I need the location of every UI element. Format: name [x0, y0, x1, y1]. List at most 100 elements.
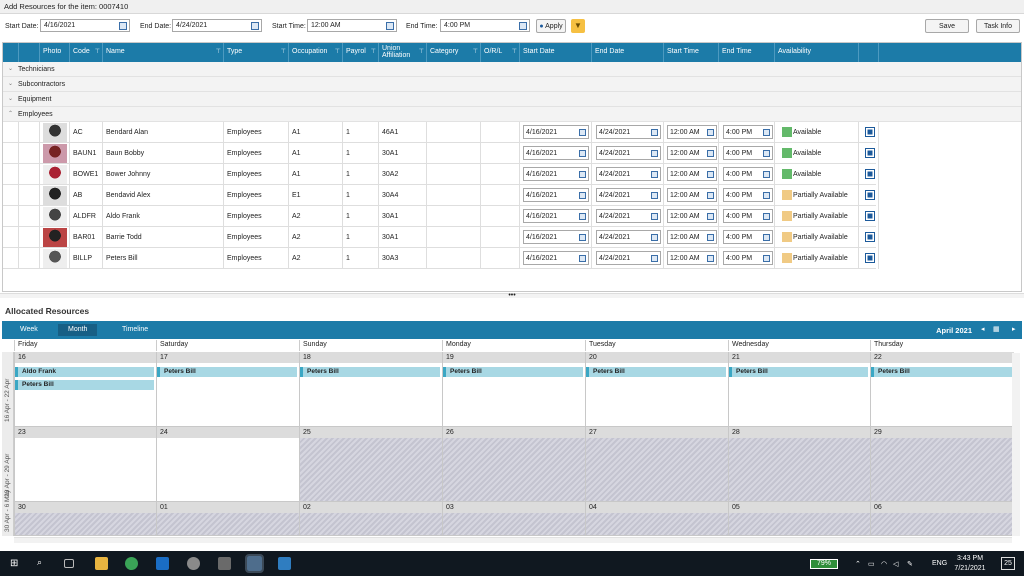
calendar-day-cell[interactable]: 27 — [585, 427, 728, 502]
col-start-time[interactable]: Start Time — [664, 43, 719, 62]
search-icon[interactable]: ⌕ — [37, 557, 50, 570]
filter-icon[interactable]: ⊤ — [512, 49, 517, 56]
group-employees[interactable]: ⌃ Employees — [3, 107, 1021, 122]
chevron-up-icon[interactable]: ⌃ — [855, 560, 861, 568]
calendar-icon[interactable] — [651, 171, 658, 178]
wifi-icon[interactable]: ◠ — [881, 560, 887, 568]
apply-button[interactable]: ● Apply — [536, 19, 566, 33]
clock-icon[interactable] — [763, 150, 770, 157]
chrome-icon[interactable] — [125, 557, 138, 570]
row-start-date-input[interactable]: 4/16/2021 — [523, 188, 589, 202]
row-end-time-input[interactable]: 4:00 PM — [723, 125, 773, 139]
calendar-icon[interactable] — [251, 22, 259, 30]
row-end-date-input[interactable]: 4/24/2021 — [596, 167, 661, 181]
filter-icon[interactable]: ⊤ — [371, 49, 376, 56]
calendar-day-cell[interactable]: 03 — [442, 502, 585, 536]
row-start-date-input[interactable]: 4/16/2021 — [523, 167, 589, 181]
row-start-date-input[interactable]: 4/16/2021 — [523, 251, 589, 265]
system-clock[interactable]: 3:43 PM 7/21/2021 — [950, 554, 990, 574]
clock-icon[interactable] — [763, 171, 770, 178]
col-category[interactable]: Category ⊤ — [427, 43, 481, 62]
table-row[interactable]: + BAUN1Baun BobbyEmployeesA1130A1 4/16/202… — [3, 143, 879, 164]
row-end-date-input[interactable]: 4/24/2021 — [596, 230, 661, 244]
row-start-time-input[interactable]: 12:00 AM — [667, 188, 717, 202]
calendar-day-cell[interactable]: 30 — [14, 502, 156, 536]
row-start-time-input[interactable]: 12:00 AM — [667, 209, 717, 223]
row-end-time-input[interactable]: 4:00 PM — [723, 188, 773, 202]
col-end-time[interactable]: End Time — [719, 43, 775, 62]
row-end-time-input[interactable]: 4:00 PM — [723, 146, 773, 160]
calendar-icon[interactable] — [651, 129, 658, 136]
tab-week[interactable]: Week — [10, 324, 48, 336]
calendar-vertical-scrollbar[interactable] — [1012, 353, 1020, 536]
start-time-input[interactable]: 12:00 AM — [307, 19, 397, 32]
clock-icon[interactable] — [763, 213, 770, 220]
battery-indicator[interactable]: 79% — [810, 559, 838, 569]
chevron-up-icon[interactable]: ⌃ — [8, 110, 13, 117]
calendar-day-cell[interactable]: 21 — [728, 352, 870, 427]
table-row[interactable]: ALDFR Aldo Frank Employees A2 1 30A1 4/16/2021… — [3, 206, 879, 227]
group-technicians[interactable]: ⌄ Technicians — [3, 62, 1021, 77]
col-start-date[interactable]: Start Date — [520, 43, 592, 62]
table-row[interactable]: + ACBendard AlanEmployeesA1146A1 4/16/2021… — [3, 122, 879, 143]
appointment-peters-bill[interactable]: Peters Bill — [729, 367, 868, 377]
schedule-icon[interactable] — [865, 169, 875, 179]
col-union[interactable]: Union Affiliation ⊤ — [379, 43, 427, 62]
col-occupation[interactable]: Occupation ⊤ — [289, 43, 343, 62]
schedule-icon[interactable] — [865, 232, 875, 242]
row-start-time-input[interactable]: 12:00 AM — [667, 167, 717, 181]
app-icon[interactable] — [278, 557, 291, 570]
calendar-icon[interactable] — [651, 150, 658, 157]
clock-icon[interactable] — [707, 192, 714, 199]
appointment-peters-bill[interactable]: Peters Bill — [15, 380, 154, 390]
calendar-icon[interactable] — [579, 150, 586, 157]
row-end-date-input[interactable]: 4/24/2021 — [596, 125, 661, 139]
row-start-time-input[interactable]: 12:00 AM — [667, 230, 717, 244]
task-info-button[interactable]: Task Info — [976, 19, 1020, 33]
clock-icon[interactable] — [519, 22, 527, 30]
row-end-date-input[interactable]: 4/24/2021 — [596, 188, 661, 202]
calendar-icon[interactable] — [579, 213, 586, 220]
clock-icon[interactable] — [707, 129, 714, 136]
active-app-icon[interactable] — [245, 554, 264, 573]
calendar-day-cell[interactable]: 05 — [728, 502, 870, 536]
group-subcontractors[interactable]: ⌄ Subcontractors — [3, 77, 1021, 92]
language-indicator[interactable]: ENG — [932, 560, 947, 567]
filter-icon[interactable]: ▼ — [571, 19, 585, 33]
clock-icon[interactable] — [386, 22, 394, 30]
appointment-aldo-frank[interactable]: Aldo Frank — [15, 367, 154, 377]
clock-icon[interactable] — [763, 234, 770, 241]
calendar-icon[interactable] — [651, 213, 658, 220]
filter-icon[interactable]: ⊤ — [95, 49, 100, 56]
tab-month[interactable]: Month — [58, 324, 98, 336]
col-availability[interactable]: Availability — [775, 43, 859, 62]
table-row[interactable]: BAR01 Barrie Todd Employees A2 1 30A1 4/16/202… — [3, 227, 879, 248]
end-date-input[interactable]: 4/24/2021 — [172, 19, 262, 32]
col-code[interactable]: Code ⊤ — [70, 43, 103, 62]
calendar-day-cell[interactable]: 29 — [870, 427, 1014, 502]
row-start-time-input[interactable]: 12:00 AM — [667, 125, 717, 139]
calendar-icon[interactable] — [651, 234, 658, 241]
save-button[interactable]: Save — [925, 19, 969, 33]
filter-icon[interactable]: ⊤ — [473, 49, 478, 56]
network-icon[interactable]: ▭ — [868, 560, 875, 568]
appointment-peters-bill[interactable]: Peters Bill — [586, 367, 726, 377]
calendar-day-cell[interactable]: 17 — [156, 352, 299, 427]
row-start-date-input[interactable]: 4/16/2021 — [523, 230, 589, 244]
calendar-day-cell[interactable]: 18 — [299, 352, 442, 427]
filter-icon[interactable]: ⊤ — [281, 49, 286, 56]
appointment-peters-bill[interactable]: Peters Bill — [871, 367, 1012, 377]
calendar-day-cell[interactable]: 22 — [870, 352, 1014, 427]
clock-icon[interactable] — [707, 171, 714, 178]
table-row[interactable]: BILLP Peters Bill Employees A2 1 30A3 4/16/202… — [3, 248, 879, 269]
calendar-day-cell[interactable]: 25 — [299, 427, 442, 502]
schedule-icon[interactable] — [865, 253, 875, 263]
windows-start-icon[interactable]: ⊞ — [10, 558, 23, 571]
col-type[interactable]: Type ⊤ — [224, 43, 289, 62]
schedule-icon[interactable] — [865, 148, 875, 158]
row-start-date-input[interactable]: 4/16/2021 — [523, 146, 589, 160]
chevron-down-icon[interactable]: ⌄ — [8, 95, 13, 102]
calendar-day-cell[interactable]: 06 — [870, 502, 1014, 536]
filter-icon[interactable]: ⊤ — [419, 49, 424, 56]
clock-icon[interactable] — [763, 255, 770, 262]
